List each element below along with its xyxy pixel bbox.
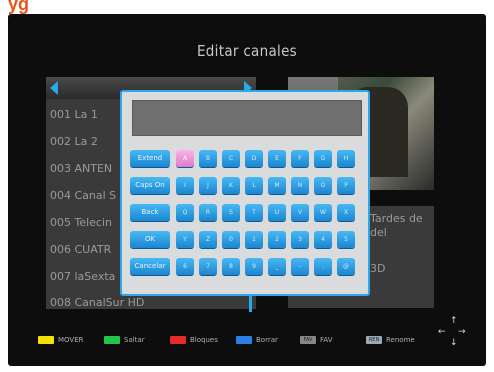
key-button[interactable]: D <box>245 150 263 167</box>
key-button[interactable]: S <box>222 204 240 221</box>
channel-item[interactable]: 007 laSexta <box>50 270 115 283</box>
key-button[interactable]: G <box>314 150 332 167</box>
program-info-text: Tardes de del <box>370 212 432 240</box>
key-button[interactable]: 0 <box>222 231 240 248</box>
key-button[interactable]: P <box>337 177 355 194</box>
key-button[interactable]: 2 <box>268 231 286 248</box>
yellow-key-icon <box>38 336 54 344</box>
ok-button[interactable]: OK <box>130 231 170 248</box>
key-button[interactable]: 5 <box>337 231 355 248</box>
channel-item[interactable]: 001 La 1 <box>50 108 98 121</box>
key-button[interactable]: Z <box>199 231 217 248</box>
key-button[interactable]: K <box>222 177 240 194</box>
key-button[interactable]: H <box>337 150 355 167</box>
key-button[interactable]: J <box>199 177 217 194</box>
info-line1: Tardes de <box>370 212 423 225</box>
page-left-icon[interactable] <box>50 81 58 95</box>
key-button[interactable]: 6 <box>176 258 194 275</box>
key-button[interactable]: B <box>199 150 217 167</box>
brand-logo: yg <box>8 0 30 14</box>
extend-button[interactable]: Extend <box>130 150 170 167</box>
logo-strip: yg <box>0 0 494 14</box>
key-button[interactable]: V <box>291 204 309 221</box>
channel-item[interactable]: 004 Canal S <box>50 189 116 202</box>
key-button[interactable]: A <box>176 150 194 167</box>
key-button[interactable]: @ <box>337 258 355 275</box>
key-button[interactable]: 3 <box>291 231 309 248</box>
key-button[interactable]: 9 <box>245 258 263 275</box>
key-button[interactable]: Y <box>176 231 194 248</box>
channel-item[interactable]: 003 ANTEN <box>50 162 112 175</box>
key-button[interactable]: O <box>314 177 332 194</box>
channel-item[interactable]: 008 CanalSur HD <box>50 296 144 309</box>
channel-item[interactable]: 005 Telecin <box>50 216 112 229</box>
key-button[interactable]: U <box>268 204 286 221</box>
key-button[interactable]: E <box>268 150 286 167</box>
caps-button[interactable]: Caps On <box>130 177 170 194</box>
key-button[interactable]: _ <box>268 258 286 275</box>
red-key-icon <box>170 336 186 344</box>
key-button[interactable]: . <box>314 258 332 275</box>
page-title: Editar canales <box>196 42 298 60</box>
back-button[interactable]: Back <box>130 204 170 221</box>
channel-item[interactable]: 002 La 2 <box>50 135 98 148</box>
rename-keyboard-dialog: Extend Caps On Back OK Cancelar ABCDEFGH… <box>120 90 370 296</box>
button-legend: MOVER Saltar Bloques Borrar FAV FAV REN … <box>8 334 486 348</box>
blue-key-icon <box>236 336 252 344</box>
key-button[interactable]: Q <box>176 204 194 221</box>
key-button[interactable]: 8 <box>222 258 240 275</box>
key-button[interactable]: 1 <box>245 231 263 248</box>
navigation-arrows-icon: ↑ ↓ ← → <box>438 316 466 348</box>
key-button[interactable]: N <box>291 177 309 194</box>
key-button[interactable]: C <box>222 150 240 167</box>
tv-screen: Editar canales 001 La 1 002 La 2 003 ANT… <box>8 14 486 366</box>
key-button[interactable]: M <box>268 177 286 194</box>
key-button[interactable]: W <box>314 204 332 221</box>
key-button[interactable]: - <box>291 258 309 275</box>
channel-item[interactable]: 006 CUATR <box>50 243 111 256</box>
key-button[interactable]: X <box>337 204 355 221</box>
key-button[interactable]: T <box>245 204 263 221</box>
key-button[interactable]: I <box>176 177 194 194</box>
key-button[interactable]: 7 <box>199 258 217 275</box>
info-line2: del <box>370 226 387 239</box>
key-button[interactable]: L <box>245 177 263 194</box>
key-button[interactable]: R <box>199 204 217 221</box>
green-key-icon <box>104 336 120 344</box>
fav-key-icon: FAV <box>300 336 316 344</box>
info-3d-label: 3D <box>370 262 386 275</box>
rename-input[interactable] <box>132 100 362 136</box>
scrollbar-thumb[interactable] <box>249 296 252 312</box>
key-button[interactable]: 4 <box>314 231 332 248</box>
cancel-button[interactable]: Cancelar <box>130 258 170 275</box>
key-button[interactable]: F <box>291 150 309 167</box>
rename-key-icon: REN <box>366 336 382 344</box>
